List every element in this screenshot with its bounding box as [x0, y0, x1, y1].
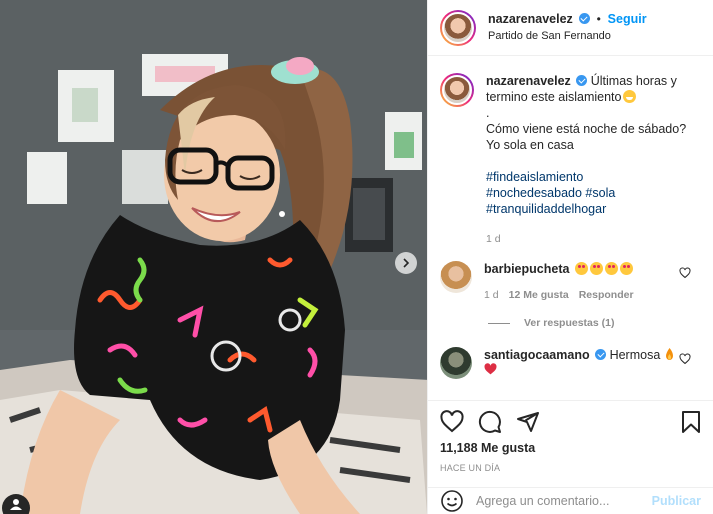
caption-username[interactable]: nazarenavelez: [486, 74, 571, 88]
comment-text: Hermosa: [609, 348, 661, 362]
hashtag-link[interactable]: #sola: [585, 186, 615, 200]
post-photo[interactable]: [0, 0, 427, 514]
caption-dot: .: [486, 106, 490, 120]
caption-author-avatar[interactable]: [440, 73, 474, 107]
heart-eyes-emoji-icon: [589, 262, 603, 275]
replies-line: [488, 322, 510, 324]
commenter-avatar[interactable]: [440, 347, 472, 379]
caption-text-line2: Cómo viene está noche de sábado?: [486, 122, 687, 136]
comment-item: barbiepucheta 1 d 12 Me gusta Responder: [440, 261, 701, 303]
chevron-right-icon: [403, 258, 410, 268]
reply-button[interactable]: Responder: [579, 287, 634, 303]
heart-eyes-emoji-icon: [574, 262, 588, 275]
user-tag-button[interactable]: [2, 494, 30, 514]
save-button[interactable]: [681, 410, 701, 434]
comments-section[interactable]: nazarenavelez Últimas horas y termino es…: [428, 57, 713, 397]
like-comment-heart-icon[interactable]: [679, 267, 691, 279]
heart-eyes-emoji-icon: [604, 262, 618, 275]
post-header: nazarenavelez • Seguir Partido de San Fe…: [428, 0, 713, 56]
view-replies-label: Ver respuestas (1): [524, 317, 615, 329]
comment-item: santiagocaamano Hermosa: [440, 347, 701, 379]
heart-icon: [440, 410, 464, 433]
post-caption: nazarenavelez Últimas horas y termino es…: [440, 73, 701, 247]
likes-count[interactable]: 11,188 Me gusta: [440, 441, 701, 455]
bookmark-icon: [682, 411, 700, 433]
next-image-button[interactable]: [395, 252, 417, 274]
like-comment-heart-icon[interactable]: [679, 353, 691, 365]
hashtag-link[interactable]: #nochedesabado: [486, 186, 582, 200]
verified-badge-icon: [578, 13, 590, 24]
verified-badge-icon: [595, 349, 607, 360]
like-button[interactable]: [440, 410, 464, 434]
heart-eyes-emoji-icon: [619, 262, 633, 275]
grinning-face-emoji-icon: [623, 90, 637, 103]
follow-button[interactable]: Seguir: [608, 12, 647, 26]
commenter-avatar[interactable]: [440, 261, 472, 293]
share-button[interactable]: [516, 410, 540, 434]
comment-age[interactable]: 1 d: [484, 287, 499, 303]
post-details-panel: nazarenavelez • Seguir Partido de San Fe…: [427, 0, 713, 514]
comment-button[interactable]: [478, 410, 502, 434]
commenter-username[interactable]: barbiepucheta: [484, 262, 569, 276]
add-comment-bar: Publicar: [428, 487, 713, 514]
post-comment-button[interactable]: Publicar: [652, 494, 701, 508]
caption-text-line3: Yo sola en casa: [486, 138, 574, 152]
view-replies-button[interactable]: Ver respuestas (1): [488, 317, 701, 329]
author-username[interactable]: nazarenavelez: [488, 12, 573, 26]
author-avatar[interactable]: [440, 9, 476, 46]
commenter-username[interactable]: santiagocaamano: [484, 348, 590, 362]
verified-badge-icon: [576, 75, 588, 86]
share-icon: [517, 412, 539, 432]
hashtag-link[interactable]: #tranquilidaddelhogar: [486, 201, 691, 217]
comment-input[interactable]: [476, 494, 652, 508]
post-timestamp[interactable]: HACE UN DÍA: [440, 463, 701, 473]
fire-emoji-icon: [665, 348, 673, 360]
comment-icon: [478, 410, 501, 433]
emoji-picker-icon[interactable]: [440, 489, 464, 513]
post-actions: 11,188 Me gusta HACE UN DÍA: [428, 400, 713, 486]
hashtag-link[interactable]: #findeaislamiento: [486, 169, 691, 185]
red-heart-emoji-icon: [484, 363, 497, 375]
post-image: [0, 0, 427, 514]
user-tag-icon: [10, 499, 22, 510]
comment-likes[interactable]: 12 Me gusta: [509, 287, 569, 303]
separator-dot: •: [596, 12, 601, 26]
caption-age[interactable]: 1 d: [486, 231, 691, 247]
post-location[interactable]: Partido de San Fernando: [488, 28, 647, 45]
